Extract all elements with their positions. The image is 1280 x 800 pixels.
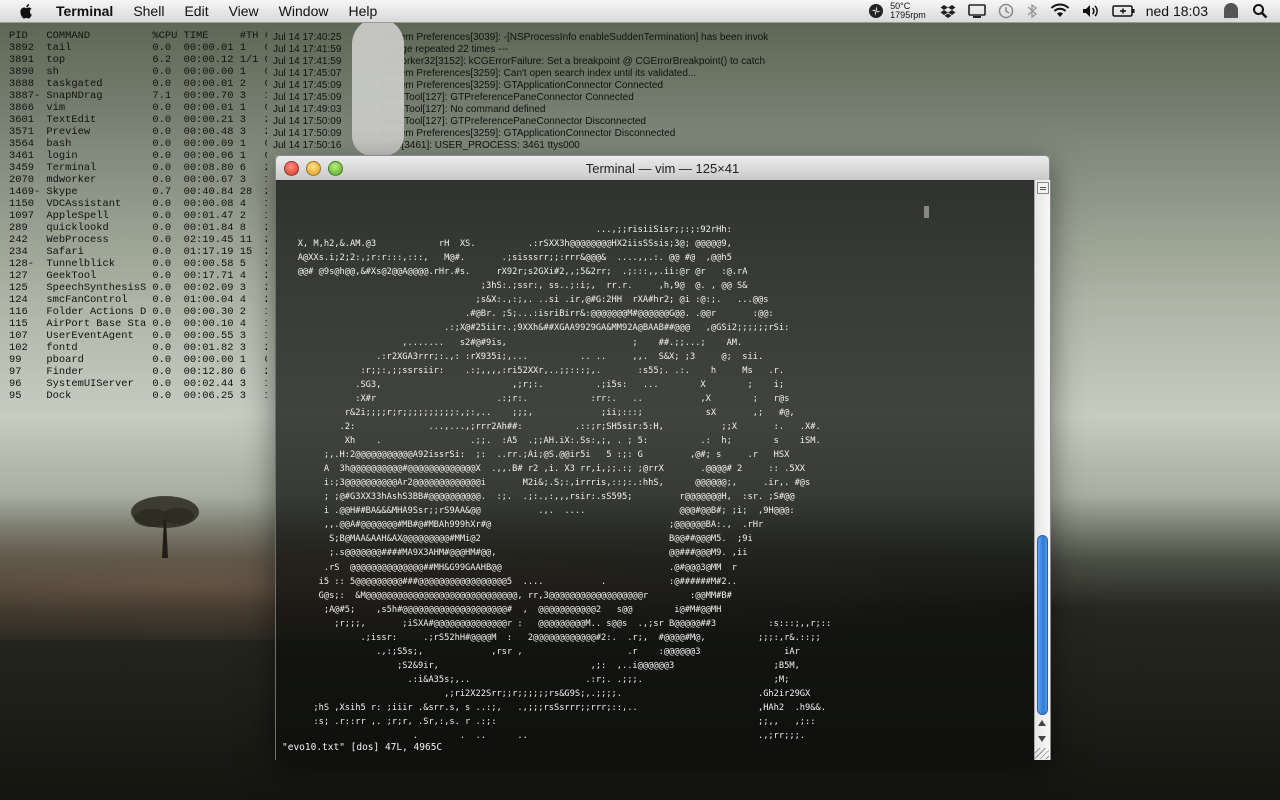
menu-help[interactable]: Help xyxy=(338,3,387,19)
scroll-up-arrow-icon[interactable] xyxy=(1038,720,1046,726)
dropbox-icon[interactable] xyxy=(940,3,956,19)
tree-silhouette xyxy=(131,496,199,558)
vim-status-line: "evo10.txt" [dos] 47L, 4965C xyxy=(282,742,443,753)
scroll-down-arrow-icon[interactable] xyxy=(1038,736,1046,742)
close-button[interactable] xyxy=(284,161,299,176)
user-icon[interactable] xyxy=(1222,3,1240,19)
menu-window[interactable]: Window xyxy=(269,3,339,19)
fan-rpm-value: 1795rpm xyxy=(890,10,926,20)
display-icon[interactable] xyxy=(967,3,986,19)
split-pane-button[interactable] xyxy=(1037,182,1049,194)
window-title: Terminal — vim — 125×41 xyxy=(585,160,740,176)
zoom-button[interactable] xyxy=(328,161,343,176)
redaction-blob xyxy=(352,18,404,156)
menu-bar: Terminal Shell Edit View Window Help 50°… xyxy=(0,0,1280,23)
ascii-art-text: ...,;;risiiSisr;;:;:92rHh: X, M,h2,&.AM.… xyxy=(297,225,832,742)
terminal-content[interactable]: ...,;;risiiSisr;;:;:92rHh: X, M,h2,&.AM.… xyxy=(275,180,1035,760)
apple-icon[interactable] xyxy=(18,2,36,20)
volume-icon[interactable] xyxy=(1082,3,1100,19)
menubar-clock[interactable]: ned 18:03 xyxy=(1146,3,1208,19)
vertical-scrollbar[interactable] xyxy=(1034,180,1051,760)
cooling-icon[interactable] xyxy=(868,3,884,19)
menu-view[interactable]: View xyxy=(219,3,269,19)
window-titlebar[interactable]: Terminal — vim — 125×41 xyxy=(275,155,1050,181)
temperature-readout: 50°C 1795rpm xyxy=(890,2,926,20)
terminal-cursor xyxy=(924,206,929,218)
bluetooth-icon[interactable] xyxy=(1026,3,1038,19)
battery-icon[interactable] xyxy=(1111,3,1136,19)
minimize-button[interactable] xyxy=(306,161,321,176)
scrollbar-thumb[interactable] xyxy=(1037,535,1048,715)
spotlight-icon[interactable] xyxy=(1252,3,1268,19)
wifi-icon[interactable] xyxy=(1050,3,1070,19)
geektool-process-list: PID COMMAND %CPU TIME #TH #WQ #POR 3892 … xyxy=(9,30,267,402)
menu-app-terminal[interactable]: Terminal xyxy=(50,3,123,19)
resize-grip[interactable] xyxy=(1035,748,1049,759)
menu-edit[interactable]: Edit xyxy=(174,3,218,19)
terminal-window: Terminal — vim — 125×41 ...,;;risiiSisr;… xyxy=(275,155,1051,760)
time-machine-icon[interactable] xyxy=(998,3,1014,19)
menu-shell[interactable]: Shell xyxy=(123,3,174,19)
